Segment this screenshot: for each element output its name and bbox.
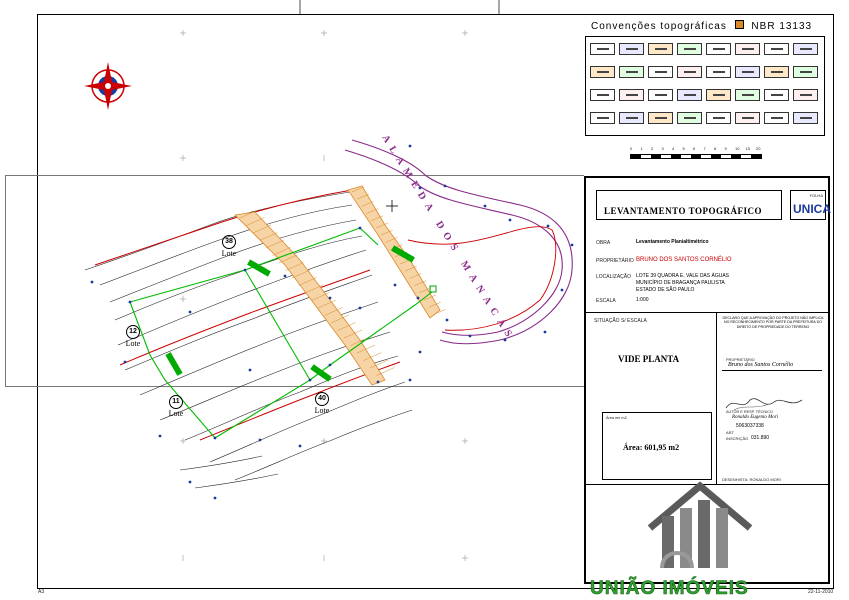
legend-symbol-icon bbox=[735, 89, 760, 101]
legend-symbol-icon bbox=[793, 112, 818, 124]
scale-tick-label: 0 bbox=[630, 146, 633, 151]
legend-symbol-icon bbox=[735, 112, 760, 124]
art-label: ART bbox=[726, 430, 734, 435]
legend-symbol-icon bbox=[677, 43, 702, 55]
legend-symbol-icon bbox=[648, 112, 673, 124]
legend-symbol-icon bbox=[793, 43, 818, 55]
legend-symbol-icon bbox=[648, 66, 673, 78]
legend-symbol-icon bbox=[706, 66, 731, 78]
lot-40-label: Lote bbox=[314, 406, 330, 415]
legend-symbol-icon bbox=[764, 89, 789, 101]
localizacao-label: LOCALIZAÇÃO bbox=[596, 274, 632, 280]
legend-symbol-icon bbox=[706, 112, 731, 124]
scale-tick-label: 1 bbox=[640, 146, 643, 151]
scale-tick-label: 10 bbox=[735, 146, 740, 151]
localizacao-line-3: ESTADO DE SÃO PAULO bbox=[636, 287, 695, 293]
legend-symbol-icon bbox=[706, 89, 731, 101]
lot-12: 12 Lote bbox=[122, 325, 144, 348]
escala-value: 1:000 bbox=[636, 297, 649, 303]
legend-title-row: Convenções topográficas NBR 13133 bbox=[591, 20, 812, 32]
obra-value: Levantamento Planialtimétrico bbox=[636, 239, 709, 245]
autor-label: AUTOR E RESP. TÉCNICO bbox=[726, 410, 773, 414]
prop-signature: Bruno dos Santos Cornélio bbox=[728, 362, 794, 368]
legend-symbol-icon bbox=[648, 43, 673, 55]
legend-symbol-icon bbox=[619, 43, 644, 55]
legend-symbol-icon bbox=[677, 89, 702, 101]
legend-symbol-icon bbox=[793, 89, 818, 101]
lot-38: 38 Lote bbox=[218, 235, 240, 258]
scale-tick-label: 4 bbox=[672, 146, 675, 151]
legend-symbol-icon bbox=[590, 112, 615, 124]
inscricao-label: INSCRIÇÃO bbox=[726, 436, 749, 441]
legend-symbol-icon bbox=[619, 66, 644, 78]
legend-symbol-icon bbox=[677, 66, 702, 78]
legend-norm: NBR 13133 bbox=[751, 21, 813, 32]
prop-sign-line bbox=[722, 370, 822, 371]
declaro-text: DECLARO QUE A APROVAÇÃO DO PROJETO NÃO I… bbox=[722, 316, 824, 329]
legend-symbol-icon bbox=[619, 112, 644, 124]
scale-tick-label: 15 bbox=[745, 146, 750, 151]
legend-symbol-icon bbox=[764, 43, 789, 55]
lot-11: 11 Lote bbox=[165, 395, 187, 418]
scale-tick-label: 20 bbox=[756, 146, 761, 151]
legend-panel: Convenções topográficas NBR 13133 bbox=[585, 18, 828, 148]
scale-tick-label: 8 bbox=[714, 146, 717, 151]
legend-symbol-icon bbox=[590, 66, 615, 78]
localizacao-line-1: LOTE 39 QUADRA E, VALE DAS ÁGUAS bbox=[636, 273, 729, 279]
lot-12-number: 12 bbox=[126, 325, 140, 339]
legend-symbol-icon bbox=[764, 66, 789, 78]
lot-38-number: 38 bbox=[222, 235, 236, 249]
lot-11-label: Lote bbox=[168, 409, 184, 418]
scale-tick-label: 6 bbox=[693, 146, 696, 151]
scale-tick-label: 7 bbox=[703, 146, 706, 151]
area-box: Área em m2 Área: 601,95 m2 bbox=[602, 412, 712, 480]
localizacao-line-2: MUNICÍPIO DE BRAGANÇA PAULISTA bbox=[636, 280, 725, 286]
lot-12-label: Lote bbox=[125, 339, 141, 348]
lot-11-number: 11 bbox=[169, 395, 183, 409]
lot-40: 40 Lote bbox=[311, 392, 333, 415]
scale-tick-label: 5 bbox=[682, 146, 685, 151]
vide-planta: VIDE PLANTA bbox=[618, 354, 680, 364]
watermark-logo bbox=[640, 478, 760, 574]
scale-tick-label: 2 bbox=[651, 146, 654, 151]
footer-date: 22-11-2010 bbox=[808, 589, 834, 595]
sheet-ref: A3 bbox=[38, 589, 45, 595]
scale-bar: 0 1 2 3 4 5 6 7 8 9 10 15 20 bbox=[630, 146, 770, 162]
legend-symbol-icon bbox=[735, 43, 760, 55]
area-value: Área: 601,95 m2 bbox=[623, 443, 680, 452]
legend-symbol-icon bbox=[764, 112, 789, 124]
legend-grid bbox=[585, 36, 825, 136]
vertical-divider bbox=[716, 312, 717, 484]
legend-symbol-icon bbox=[677, 112, 702, 124]
obra-label: OBRA bbox=[596, 240, 611, 246]
proprietario-value: BRUNO DOS SANTOS CORNÉLIO bbox=[636, 257, 732, 263]
scale-tick-label: 9 bbox=[724, 146, 727, 151]
autor-signature: Ronaldo Eugenio Mori bbox=[732, 415, 779, 420]
legend-symbol-icon bbox=[619, 89, 644, 101]
situacao-label: SITUAÇÃO S/ ESCALA bbox=[594, 318, 647, 324]
area-small-label: Área em m2 bbox=[606, 416, 627, 420]
legend-title: Convenções topográficas bbox=[591, 21, 727, 32]
divider-1 bbox=[586, 312, 828, 313]
legend-symbol-icon bbox=[590, 43, 615, 55]
legend-mark-icon bbox=[734, 20, 744, 29]
legend-symbol-icon bbox=[648, 89, 673, 101]
drawing-title: LEVANTAMENTO TOPOGRÁFICO bbox=[604, 206, 762, 216]
lot-40-number: 40 bbox=[315, 392, 329, 406]
crea-value: 5063037338 bbox=[736, 423, 764, 429]
folha-box: FOLHA UNICA bbox=[790, 190, 831, 220]
folha-value: UNICA bbox=[793, 202, 831, 216]
compass-rose-icon bbox=[84, 62, 132, 110]
legend-symbol-icon bbox=[793, 66, 818, 78]
proprietario-label: PROPRIETÁRIO bbox=[596, 258, 634, 264]
scale-tick-label: 3 bbox=[661, 146, 664, 151]
legend-symbol-icon bbox=[735, 66, 760, 78]
legend-symbol-icon bbox=[590, 89, 615, 101]
watermark-brand: UNIÃO IMÓVEIS bbox=[590, 578, 749, 600]
folha-label: FOLHA bbox=[809, 193, 823, 198]
lot-38-label: Lote bbox=[221, 249, 237, 258]
inscricao-value: 031.890 bbox=[751, 435, 770, 441]
escala-label: ESCALA bbox=[596, 298, 616, 304]
legend-symbol-icon bbox=[706, 43, 731, 55]
